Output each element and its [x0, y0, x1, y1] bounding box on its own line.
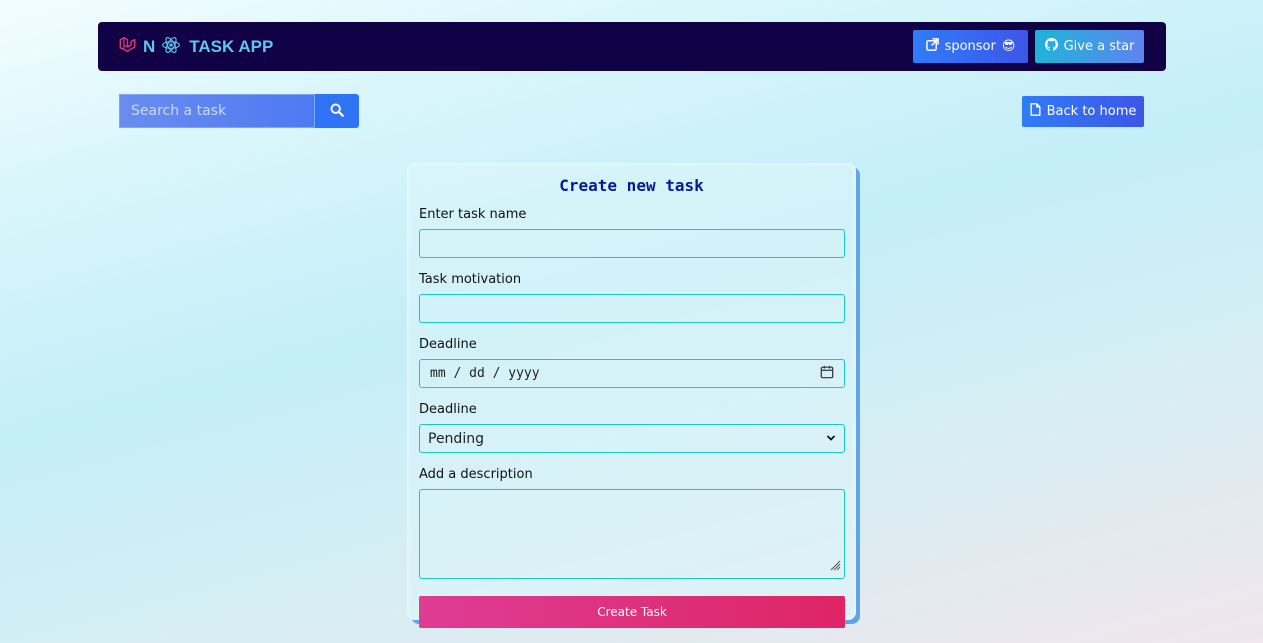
navbar: N TASK APP sponsor 😎 Give a star [98, 22, 1166, 71]
sunglasses-emoji-icon: 😎 [1001, 39, 1016, 54]
search-input[interactable] [119, 94, 315, 128]
search-button[interactable] [315, 94, 359, 128]
deadline-label: Deadline [419, 337, 477, 352]
motivation-label: Task motivation [419, 272, 522, 287]
task-name-label: Enter task name [419, 207, 527, 222]
task-name-input[interactable] [419, 229, 845, 258]
file-icon [1030, 103, 1041, 120]
brand-letter: N [143, 36, 156, 56]
react-icon [161, 35, 181, 59]
deadline-date-input[interactable]: mm / dd / yyyy [419, 359, 845, 388]
status-selected-value: Pending [428, 430, 484, 447]
nav-actions: sponsor 😎 Give a star [913, 30, 1144, 63]
give-star-button[interactable]: Give a star [1035, 30, 1144, 63]
search-bar [119, 94, 359, 128]
external-link-icon [925, 38, 939, 55]
resize-handle-icon[interactable] [829, 559, 841, 575]
description-textarea[interactable] [419, 489, 845, 579]
laravel-icon [118, 36, 137, 58]
give-star-label: Give a star [1063, 39, 1135, 54]
create-task-form: Create new task Enter task name Task mot… [407, 163, 856, 628]
back-to-home-button[interactable]: Back to home [1022, 96, 1144, 127]
calendar-icon[interactable] [820, 365, 834, 383]
brand-title: TASK APP [189, 36, 274, 56]
motivation-input[interactable] [419, 294, 845, 323]
date-placeholder: mm / dd / yyyy [430, 366, 540, 381]
back-to-home-label: Back to home [1046, 104, 1137, 119]
description-label: Add a description [419, 467, 533, 482]
chevron-down-icon [826, 431, 836, 447]
create-task-button[interactable]: Create Task [419, 596, 845, 628]
status-label: Deadline [419, 402, 477, 417]
brand[interactable]: N TASK APP [118, 35, 273, 59]
sponsor-button[interactable]: sponsor 😎 [913, 30, 1028, 63]
status-select[interactable]: Pending [419, 424, 845, 453]
search-icon [330, 103, 344, 120]
github-icon [1044, 38, 1058, 55]
sponsor-label: sponsor [944, 39, 996, 54]
form-title: Create new task [559, 176, 704, 195]
